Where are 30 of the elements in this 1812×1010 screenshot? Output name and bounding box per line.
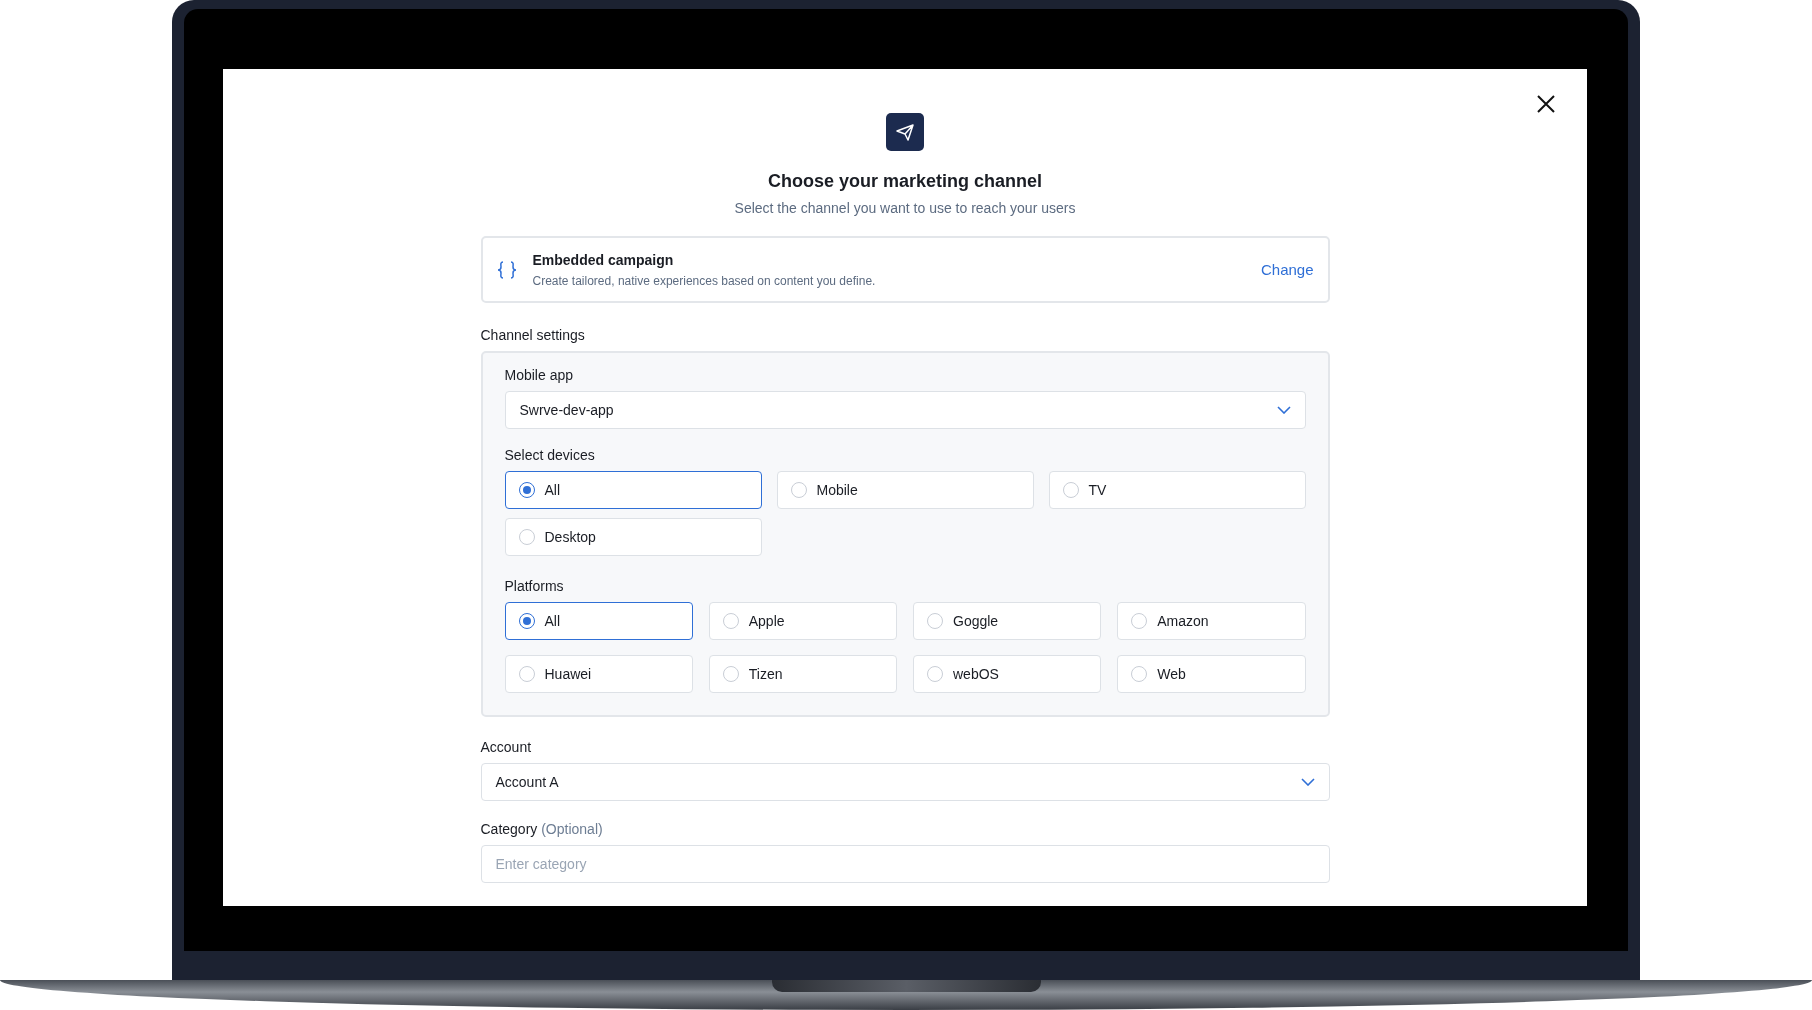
channel-name: Embedded campaign: [532, 251, 675, 268]
field-label: Mobile app: [504, 367, 574, 383]
field-label: Select devices: [504, 447, 596, 463]
radio-option[interactable]: All: [504, 471, 762, 509]
section-heading: Channel settings: [480, 327, 586, 343]
radio-option[interactable]: Tizen: [708, 655, 897, 693]
change-link[interactable]: Change: [1260, 261, 1314, 278]
radio-option[interactable]: Huawei: [504, 655, 693, 693]
radio-option[interactable]: Apple: [708, 602, 897, 640]
radio-option[interactable]: Mobile: [776, 471, 1034, 509]
field-label: Account: [480, 739, 533, 755]
paper-plane-icon: [886, 113, 924, 151]
radio-option[interactable]: Goggle: [913, 602, 1102, 640]
radio-option[interactable]: Desktop: [504, 518, 762, 556]
radio-option[interactable]: All: [504, 602, 693, 640]
curly-braces-icon: [496, 260, 517, 279]
radio-option[interactable]: webOS: [913, 655, 1102, 693]
radio-option[interactable]: Web: [1117, 655, 1306, 693]
chevron-down-icon: [1300, 778, 1315, 786]
radio-option[interactable]: Amazon: [1117, 602, 1306, 640]
radio-option[interactable]: TV: [1048, 471, 1306, 509]
account-select[interactable]: Account A: [480, 763, 1330, 801]
category-input[interactable]: Enter category: [480, 845, 1330, 883]
mobile-app-select[interactable]: Swrve-dev-app: [504, 391, 1306, 429]
field-label: Platforms: [504, 578, 565, 594]
dialog-title: Choose your marketing channel: [766, 171, 1044, 192]
dialog-subtitle: Select the channel you want to use to reach your users: [733, 200, 1077, 216]
chevron-down-icon: [1276, 406, 1291, 414]
field-label: Category (Optional): [480, 821, 604, 837]
channel-description: Create tailored, native experiences based on content you define.: [532, 273, 877, 288]
